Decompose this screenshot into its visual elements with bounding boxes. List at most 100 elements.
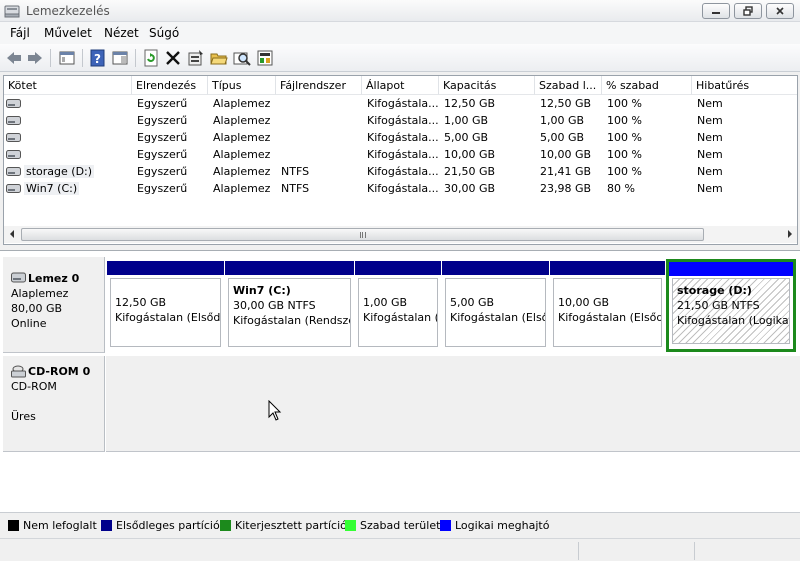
- table-cell-status: Kifogástala...: [367, 148, 439, 161]
- volume-icon: [6, 150, 21, 159]
- disk-properties-icon[interactable]: [187, 49, 205, 67]
- rescan-icon[interactable]: [256, 49, 274, 67]
- legend-label: Nem lefoglalt: [23, 519, 97, 532]
- column-header-type[interactable]: Típus: [208, 76, 276, 95]
- column-header-fault-tolerance[interactable]: Hibatűrés: [692, 76, 797, 95]
- scrollbar-thumb[interactable]: [21, 228, 704, 241]
- partition-color-bar: [442, 261, 549, 275]
- legend-label: Kiterjesztett partíció: [235, 519, 347, 532]
- table-cell-free: 21,41 GB: [540, 165, 592, 178]
- table-cell-type: Alaplemez: [213, 97, 271, 110]
- table-cell-status: Kifogástala...: [367, 182, 439, 195]
- legend: Nem lefoglalt Elsődleges partíció Kiterj…: [0, 512, 800, 536]
- open-folder-icon[interactable]: [210, 49, 228, 67]
- partition-unnamed-10-00[interactable]: 10,00 GB Kifogástalan (Elsőd: [550, 261, 665, 349]
- legend-swatch: [101, 520, 112, 531]
- table-row[interactable]: Win7 (C:) Egyszerű Alaplemez NTFS Kifogástal…: [4, 180, 797, 197]
- menu-view[interactable]: Nézet: [104, 26, 139, 40]
- menu-help[interactable]: Súgó: [149, 26, 179, 40]
- column-header-percent-free[interactable]: % szabad: [602, 76, 692, 95]
- table-row[interactable]: Egyszerű Alaplemez Kifogástala... 10,00 GB 1…: [4, 146, 797, 163]
- partition-info: storage (D:) 21,50 GB NTFS Kifogástalan …: [672, 278, 790, 344]
- table-cell-layout: Egyszerű: [137, 182, 188, 195]
- minimize-icon: [712, 12, 720, 14]
- volume-icon: [6, 99, 21, 108]
- table-cell-fault: Nem: [697, 97, 723, 110]
- partition-unnamed-5-00[interactable]: 5,00 GB Kifogástalan (Elsőd: [442, 261, 549, 349]
- table-cell-layout: Egyszerű: [137, 131, 188, 144]
- scroll-left-icon[interactable]: [8, 230, 16, 238]
- disk-status: Online: [11, 317, 47, 330]
- minimize-button[interactable]: [702, 3, 730, 19]
- table-row[interactable]: Egyszerű Alaplemez Kifogástala... 1,00 GB 1,…: [4, 112, 797, 129]
- column-header-free-space[interactable]: Szabad l...: [535, 76, 602, 95]
- column-header-volume[interactable]: Kötet: [4, 76, 132, 95]
- toolbar-separator: [50, 49, 51, 67]
- table-cell-free: 1,00 GB: [540, 114, 585, 127]
- maximize-button[interactable]: [734, 3, 762, 19]
- scroll-right-icon[interactable]: [786, 230, 794, 238]
- table-cell-capacity: 10,00 GB: [444, 148, 496, 161]
- partition-color-bar: [550, 261, 665, 275]
- column-header-filesystem[interactable]: Fájlrendszer: [276, 76, 362, 95]
- cdrom-0-label[interactable]: CD-ROM 0 CD-ROM Üres: [3, 356, 105, 452]
- disk-status: Üres: [11, 410, 36, 423]
- partition-color-bar: [107, 261, 224, 275]
- table-cell-free: 5,00 GB: [540, 131, 585, 144]
- menu-file[interactable]: Fájl: [10, 26, 30, 40]
- delete-icon[interactable]: [164, 49, 182, 67]
- partition-title: storage (D:): [677, 284, 752, 297]
- volume-list: Kötet Elrendezés Típus Fájlrendszer Álla…: [3, 75, 798, 245]
- toolbar: ?: [0, 44, 800, 72]
- table-cell-fault: Nem: [697, 148, 723, 161]
- table-row[interactable]: Egyszerű Alaplemez Kifogástala... 12,50 GB 1…: [4, 95, 797, 112]
- table-cell-type: Alaplemez: [213, 114, 271, 127]
- table-cell-fs: NTFS: [281, 165, 310, 178]
- table-cell-fault: Nem: [697, 131, 723, 144]
- table-cell-layout: Egyszerű: [137, 148, 188, 161]
- column-header-layout[interactable]: Elrendezés: [132, 76, 208, 95]
- partition-unnamed-12-50[interactable]: 12,50 GB Kifogástalan (Elsődl: [107, 261, 224, 349]
- scrollbar-grip-icon: [360, 232, 366, 238]
- table-cell-status: Kifogástala...: [367, 165, 439, 178]
- table-cell-pct-free: 80 %: [607, 182, 635, 195]
- legend-swatch: [345, 520, 356, 531]
- partition-win7-c[interactable]: Win7 (C:) 30,00 GB NTFS Kifogástalan (Re…: [225, 261, 354, 349]
- partition-status: Kifogástalan (Elsőd: [450, 311, 546, 324]
- search-disk-icon[interactable]: [233, 49, 251, 67]
- legend-label: Szabad terület: [360, 519, 441, 532]
- table-cell-fs: NTFS: [281, 182, 310, 195]
- partition-title: Win7 (C:): [233, 284, 291, 297]
- column-header-capacity[interactable]: Kapacitás: [439, 76, 535, 95]
- table-cell-fault: Nem: [697, 114, 723, 127]
- table-row[interactable]: storage (D:) Egyszerű Alaplemez NTFS Kifogás…: [4, 163, 797, 180]
- table-cell-type: Alaplemez: [213, 148, 271, 161]
- partition-size: 21,50 GB NTFS: [677, 299, 760, 312]
- partition-storage-d[interactable]: storage (D:) 21,50 GB NTFS Kifogástalan …: [666, 259, 796, 352]
- back-arrow-icon[interactable]: [5, 49, 23, 67]
- partition-size: 12,50 GB: [115, 296, 167, 309]
- partition-status: Kifogástalan (Elsőd: [558, 311, 662, 324]
- horizontal-scrollbar[interactable]: [4, 226, 797, 243]
- table-cell-type: Alaplemez: [213, 165, 271, 178]
- menu-action[interactable]: Művelet: [44, 26, 92, 40]
- forward-arrow-icon[interactable]: [26, 49, 44, 67]
- legend-label: Logikai meghajtó: [455, 519, 550, 532]
- column-header-status[interactable]: Állapot: [362, 76, 439, 95]
- disk-name: Lemez 0: [28, 272, 80, 285]
- show-pane-icon[interactable]: [111, 49, 129, 67]
- close-button[interactable]: [766, 3, 794, 19]
- partition-info: Win7 (C:) 30,00 GB NTFS Kifogástalan (Re…: [228, 278, 351, 347]
- partition-size: 1,00 GB: [363, 296, 408, 309]
- cdrom-0-area[interactable]: [106, 356, 800, 452]
- table-row[interactable]: Egyszerű Alaplemez Kifogástala... 5,00 GB 5,…: [4, 129, 797, 146]
- refresh-icon[interactable]: [142, 49, 160, 67]
- properties-pane-icon[interactable]: [58, 49, 76, 67]
- table-cell-free: 12,50 GB: [540, 97, 592, 110]
- legend-swatch: [440, 520, 451, 531]
- disk-0-label[interactable]: Lemez 0 Alaplemez 80,00 GB Online: [3, 257, 105, 353]
- table-cell-pct-free: 100 %: [607, 165, 642, 178]
- partition-unnamed-1-00[interactable]: 1,00 GB Kifogástalan (: [355, 261, 441, 349]
- help-icon[interactable]: ?: [89, 49, 107, 67]
